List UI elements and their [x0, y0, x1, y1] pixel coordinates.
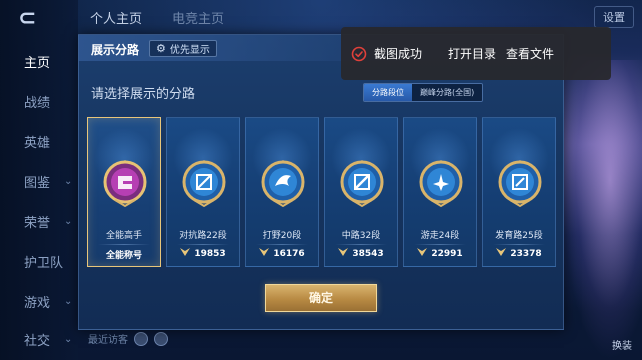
lane-card-value: 全能称号	[88, 248, 160, 261]
lane-card-value-text: 16176	[273, 248, 305, 259]
rank-points-icon	[496, 248, 507, 259]
chevron-down-icon: ⌄	[64, 296, 73, 307]
recent-visitors[interactable]: 最近访客	[88, 331, 168, 346]
lane-card[interactable]: 发育路25段 23378	[482, 117, 556, 267]
top-tabs: 个人主页 电竞主页	[90, 8, 224, 27]
rank-points-icon	[417, 248, 428, 259]
jungle-emblem-icon	[259, 158, 307, 208]
lane-card-value: 22991	[404, 248, 476, 259]
lane-card-label: 中路32段	[341, 231, 381, 241]
select-lane-prompt: 请选择展示的分路	[91, 87, 196, 102]
lane-card-label: 对抗路22段	[179, 231, 227, 241]
visitor-avatar[interactable]	[134, 331, 148, 346]
sidebar-item-label: 英雄	[24, 136, 51, 151]
settings-button[interactable]: 设置	[594, 6, 634, 28]
sidebar-item[interactable]: 护卫队⌄	[24, 252, 85, 271]
sidebar-item[interactable]: 社交 ⌄	[24, 330, 72, 349]
lane-card-value: 23378	[483, 248, 555, 259]
chevron-down-icon: ⌄	[64, 334, 73, 345]
lane-card-value: 16176	[246, 248, 318, 259]
sidebar-item-label: 主页	[24, 56, 51, 71]
dialog-title: 展示分路	[91, 43, 140, 57]
gear-icon: ⚙	[156, 42, 166, 55]
sidebar-item-label: 游戏	[24, 296, 51, 311]
card-divider	[256, 244, 308, 245]
lane-mode-toggle: 分路段位 巅峰分路(全国)	[363, 83, 484, 102]
top-right-controls: 设置	[594, 6, 634, 28]
lane-card-value-text: 22991	[431, 248, 463, 259]
card-divider	[177, 244, 229, 245]
card-divider	[414, 244, 466, 245]
sidebar-item[interactable]: 图鉴 ⌄	[24, 172, 72, 191]
farm-lane-emblem-icon	[496, 158, 544, 208]
lane-card-label: 打野20段	[262, 231, 302, 241]
lane-card[interactable]: 打野20段 16176	[245, 117, 319, 267]
tab-peak-lane-national[interactable]: 巅峰分路(全国)	[412, 84, 483, 101]
check-circle-icon	[351, 46, 367, 61]
card-divider	[493, 244, 545, 245]
card-divider	[98, 244, 150, 245]
priority-display-label: 优先显示	[169, 45, 210, 56]
tab-esports-home[interactable]: 电竞主页	[172, 8, 224, 27]
lane-card-label: 全能高手	[105, 231, 142, 241]
lane-card-value-text: 23378	[510, 248, 542, 259]
lane-card-value-text: 38543	[352, 248, 384, 259]
change-outfit-button[interactable]: 换装	[612, 337, 632, 352]
roam-emblem-icon	[417, 158, 465, 208]
allround-emblem-icon	[101, 158, 149, 208]
lane-card[interactable]: 对抗路22段 19853	[166, 117, 240, 267]
recent-visitors-label: 最近访客	[88, 335, 128, 346]
lane-card-value: 19853	[167, 248, 239, 259]
lane-card[interactable]: 中路32段 38543	[324, 117, 398, 267]
sidebar-item-label: 护卫队	[24, 256, 64, 271]
clash-lane-emblem-icon	[180, 158, 228, 208]
confirm-button[interactable]: 确定	[265, 284, 377, 312]
view-file-link[interactable]: 查看文件	[506, 45, 554, 62]
screenshot-toast: 截图成功 打开目录 查看文件	[341, 27, 611, 80]
hero-artwork	[562, 60, 642, 360]
sidebar-item[interactable]: 英雄	[24, 132, 50, 151]
rank-points-icon	[338, 248, 349, 259]
card-divider	[335, 244, 387, 245]
tab-lane-rank[interactable]: 分路段位	[364, 84, 412, 101]
sidebar-item-label: 荣誉	[24, 216, 51, 231]
sidebar-item[interactable]: 主页	[24, 52, 50, 71]
back-button[interactable]: ⊂	[18, 8, 54, 30]
sidebar-item-label: 战绩	[24, 96, 51, 111]
lane-card[interactable]: 全能高手 全能称号	[87, 117, 161, 267]
lane-card-label: 发育路25段	[495, 231, 543, 241]
sidebar-item[interactable]: 战绩	[24, 92, 50, 111]
visitor-avatar[interactable]	[154, 331, 168, 346]
open-folder-link[interactable]: 打开目录	[448, 45, 496, 62]
sidebar-item-label: 社交	[24, 334, 51, 349]
lane-card-value: 38543	[325, 248, 397, 259]
toast-message: 截图成功	[374, 47, 423, 61]
tab-personal-home[interactable]: 个人主页	[90, 8, 142, 27]
lane-card-value-text: 全能称号	[105, 251, 142, 261]
rank-points-icon	[180, 248, 191, 259]
lane-card-list: 全能高手 全能称号 对抗路22段 19853 打野20段 16176 中路32段 38543 游…	[87, 117, 556, 267]
lane-card-label: 游走24段	[420, 231, 460, 241]
lane-card-value-text: 19853	[194, 248, 226, 259]
sidebar-item-label: 图鉴	[24, 176, 51, 191]
chevron-down-icon: ⌄	[64, 176, 73, 187]
lane-card[interactable]: 游走24段 22991	[403, 117, 477, 267]
priority-display-button[interactable]: ⚙ 优先显示	[149, 40, 217, 57]
chevron-down-icon: ⌄	[64, 216, 73, 227]
sidebar-item[interactable]: 荣誉 ⌄	[24, 212, 72, 231]
mid-lane-emblem-icon	[338, 158, 386, 208]
rank-points-icon	[259, 248, 270, 259]
sidebar-item[interactable]: 游戏 ⌄	[24, 292, 72, 311]
